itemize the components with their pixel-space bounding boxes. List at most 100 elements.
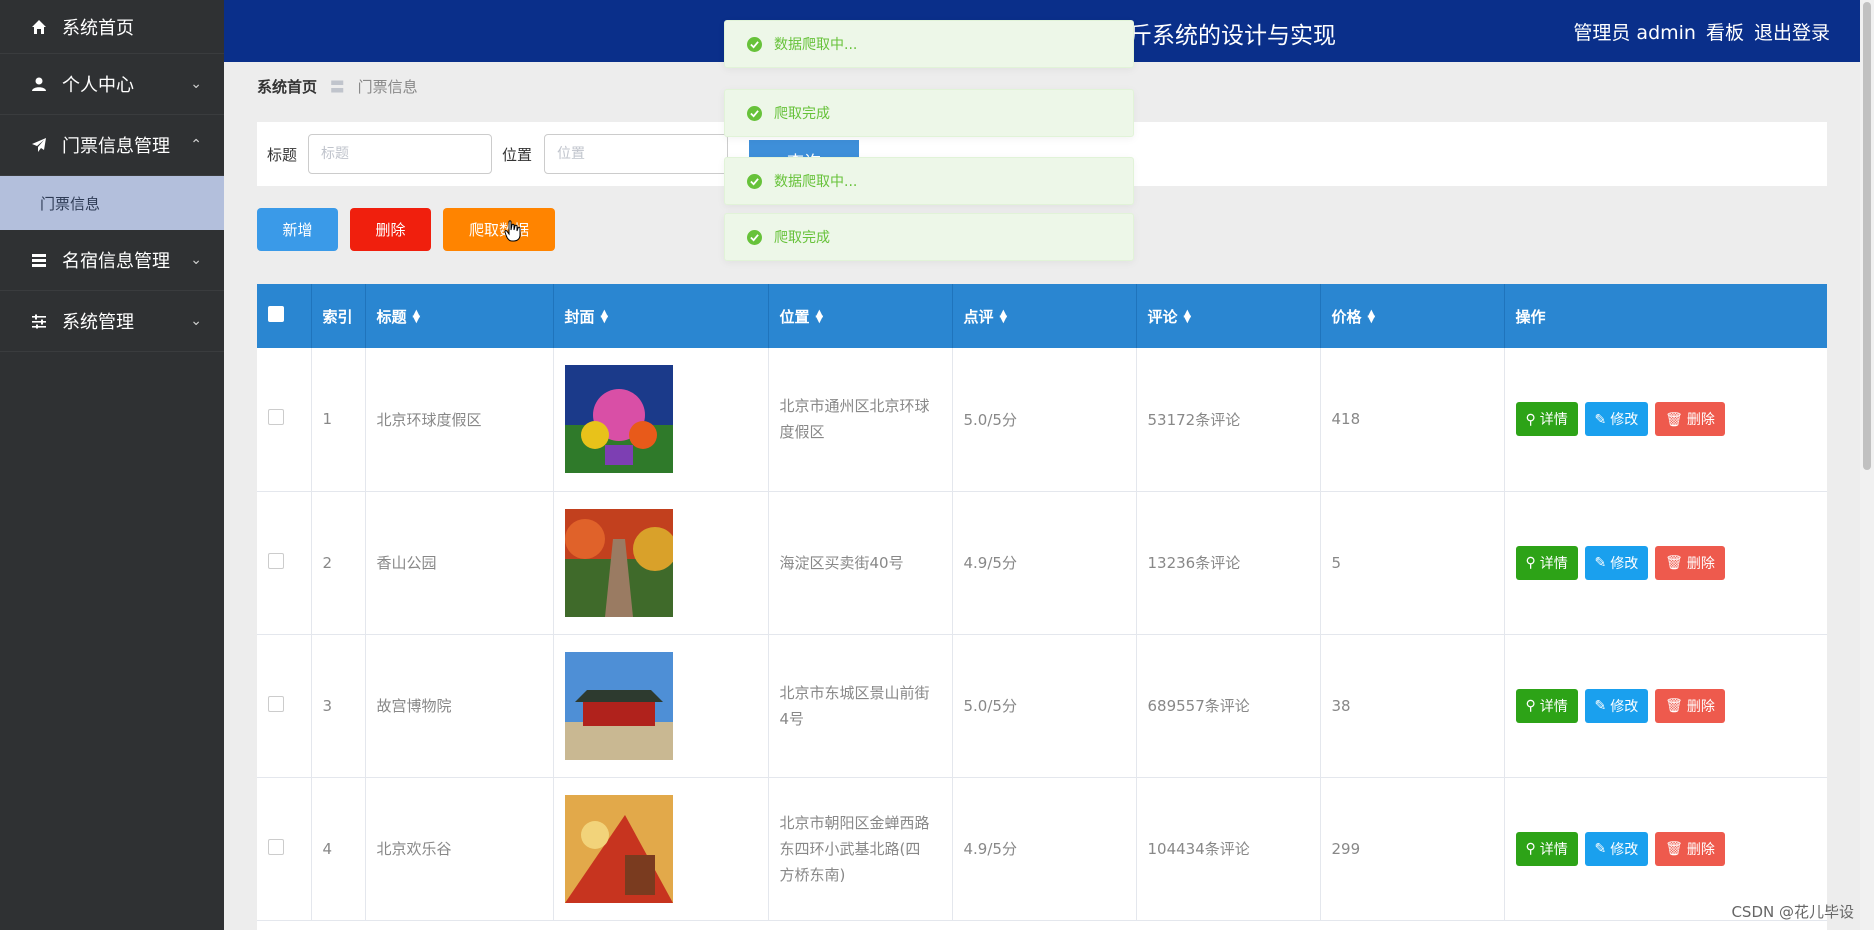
detail-button[interactable]: ⚲ 详情 bbox=[1515, 688, 1578, 723]
detail-button[interactable]: ⚲ 详情 bbox=[1515, 402, 1578, 437]
detail-button[interactable]: ⚲ 详情 bbox=[1515, 831, 1578, 866]
button-label: 详情 bbox=[1539, 697, 1568, 714]
sidebar-item-system-management[interactable]: 系统管理 ⌄ bbox=[0, 291, 224, 352]
sidebar-item-home[interactable]: 系统首页 bbox=[0, 0, 224, 54]
location-label: 位置 bbox=[502, 146, 533, 164]
header-reviews[interactable]: 评论 ▲ ▼ bbox=[1136, 284, 1321, 348]
header-ops: 操作 bbox=[1504, 284, 1827, 348]
row-select-cell bbox=[257, 634, 312, 778]
page-scrollbar[interactable] bbox=[1860, 0, 1874, 930]
location-text: 北京市朝阳区金蝉西路东四环小武基北路(四方桥东南) bbox=[779, 813, 930, 884]
header-label: 价格 bbox=[1331, 307, 1362, 326]
toast-message: 数据爬取中... bbox=[724, 20, 1134, 68]
home-icon bbox=[30, 18, 48, 36]
sidebar-item-label: 个人中心 bbox=[62, 75, 134, 96]
button-label: 删除 bbox=[1686, 697, 1715, 714]
delete-button[interactable]: 🗑 删除 bbox=[1655, 545, 1725, 580]
sort-icon[interactable]: ▲ ▼ bbox=[1000, 309, 1008, 325]
reviews-cell: 104434条评论 bbox=[1136, 777, 1321, 921]
location-cell: 北京市东城区景山前街4号 bbox=[768, 634, 953, 778]
toast-text: 数据爬取中... bbox=[774, 174, 858, 190]
batch-delete-button[interactable]: 删除 bbox=[350, 208, 431, 251]
sort-icon[interactable]: ▲ ▼ bbox=[1368, 309, 1376, 325]
header-label: 评论 bbox=[1147, 307, 1178, 326]
delete-button[interactable]: 🗑 删除 bbox=[1655, 688, 1725, 723]
index-cell: 1 bbox=[311, 348, 366, 492]
title-cell: 北京环球度假区 bbox=[365, 348, 554, 492]
row-checkbox[interactable] bbox=[268, 838, 284, 855]
logout-link[interactable]: 退出登录 bbox=[1754, 18, 1830, 45]
scrollbar-thumb[interactable] bbox=[1863, 2, 1871, 470]
ops-cell: ⚲ 详情 ✎ 修改 🗑 删除 bbox=[1504, 491, 1827, 635]
chevron-down-icon: ⌄ bbox=[190, 76, 202, 92]
select-all-checkbox[interactable] bbox=[268, 306, 284, 322]
chevron-up-icon: ⌃ bbox=[190, 137, 202, 153]
pencil-icon: ✎ bbox=[1594, 554, 1607, 570]
rating-cell: 5.0/5分 bbox=[952, 634, 1137, 778]
index-cell: 3 bbox=[311, 634, 366, 778]
cover-cell bbox=[553, 777, 769, 921]
row-checkbox[interactable] bbox=[268, 695, 284, 712]
cover-cell bbox=[553, 348, 769, 492]
sidebar-subitem-ticket-info[interactable]: 门票信息 bbox=[0, 176, 224, 230]
reviews-cell: 53172条评论 bbox=[1136, 348, 1321, 492]
header-location[interactable]: 位置 ▲ ▼ bbox=[768, 284, 953, 348]
row-checkbox[interactable] bbox=[268, 552, 284, 569]
chevron-down-icon: ⌄ bbox=[190, 313, 202, 329]
delete-button[interactable]: 🗑 删除 bbox=[1655, 402, 1725, 437]
location-search-input[interactable] bbox=[544, 134, 728, 174]
title-search-input[interactable] bbox=[308, 134, 492, 174]
row-select-cell bbox=[257, 777, 312, 921]
edit-button[interactable]: ✎ 修改 bbox=[1584, 402, 1649, 437]
sort-icon[interactable]: ▲ ▼ bbox=[413, 309, 421, 325]
cover-image-universal bbox=[564, 365, 673, 474]
dashboard-link[interactable]: 看板 bbox=[1706, 18, 1744, 45]
button-label: 删除 bbox=[1686, 554, 1715, 571]
toast-text: 爬取完成 bbox=[774, 106, 830, 122]
toast-text: 数据爬取中... bbox=[774, 37, 858, 53]
sort-icon[interactable]: ▲ ▼ bbox=[816, 309, 824, 325]
cover-cell bbox=[553, 491, 769, 635]
sidebar-item-personal-center[interactable]: 个人中心 ⌄ bbox=[0, 54, 224, 115]
toast-message: 数据爬取中... bbox=[724, 157, 1134, 205]
location-cell: 海淀区买卖街40号 bbox=[768, 491, 953, 635]
row-checkbox[interactable] bbox=[268, 409, 284, 426]
header-rating[interactable]: 点评 ▲ ▼ bbox=[952, 284, 1137, 348]
breadcrumb-home[interactable]: 系统首页 bbox=[257, 78, 317, 96]
sort-icon[interactable]: ▲ ▼ bbox=[1184, 309, 1192, 325]
delete-button[interactable]: 🗑 删除 bbox=[1655, 831, 1725, 866]
header-cover[interactable]: 封面 ▲ ▼ bbox=[553, 284, 769, 348]
reviews-cell: 689557条评论 bbox=[1136, 634, 1321, 778]
ops-cell: ⚲ 详情 ✎ 修改 🗑 删除 bbox=[1504, 777, 1827, 921]
sort-icon[interactable]: ▲ ▼ bbox=[601, 309, 609, 325]
sidebar-item-ticket-management[interactable]: 门票信息管理 ⌃ bbox=[0, 115, 224, 176]
edit-button[interactable]: ✎ 修改 bbox=[1584, 545, 1649, 580]
header-label: 标题 bbox=[376, 307, 407, 326]
search-icon: ⚲ bbox=[1525, 410, 1536, 427]
sidebar-subitem-label: 门票信息 bbox=[40, 194, 101, 213]
search-icon: ⚲ bbox=[1525, 697, 1536, 713]
location-cell: 北京市朝阳区金蝉西路东四环小武基北路(四方桥东南) bbox=[768, 777, 953, 921]
crawl-data-button[interactable]: 爬取数据 bbox=[443, 208, 555, 251]
button-label: 修改 bbox=[1610, 554, 1639, 571]
ops-cell: ⚲ 详情 ✎ 修改 🗑 删除 bbox=[1504, 348, 1827, 492]
sidebar-item-label: 门票信息管理 bbox=[62, 136, 170, 157]
select-all-cell bbox=[257, 284, 312, 348]
detail-button[interactable]: ⚲ 详情 bbox=[1515, 545, 1578, 580]
edit-button[interactable]: ✎ 修改 bbox=[1584, 831, 1649, 866]
edit-button[interactable]: ✎ 修改 bbox=[1584, 688, 1649, 723]
header-label: 位置 bbox=[779, 307, 810, 326]
search-icon: ⚲ bbox=[1525, 840, 1536, 856]
header-title[interactable]: 标题 ▲ ▼ bbox=[365, 284, 554, 348]
add-button[interactable]: 新增 bbox=[257, 208, 338, 251]
header-label: 封面 bbox=[564, 307, 595, 326]
button-label: 详情 bbox=[1539, 840, 1568, 857]
sidebar-item-homestay-management[interactable]: 名宿信息管理 ⌄ bbox=[0, 230, 224, 291]
header-price[interactable]: 价格 ▲ ▼ bbox=[1320, 284, 1505, 348]
cover-cell bbox=[553, 634, 769, 778]
trash-icon: 🗑 bbox=[1665, 410, 1683, 427]
price-cell: 38 bbox=[1320, 634, 1505, 778]
title-cell: 香山公园 bbox=[365, 491, 554, 635]
rating-cell: 4.9/5分 bbox=[952, 491, 1137, 635]
paper-plane-icon bbox=[30, 136, 48, 154]
